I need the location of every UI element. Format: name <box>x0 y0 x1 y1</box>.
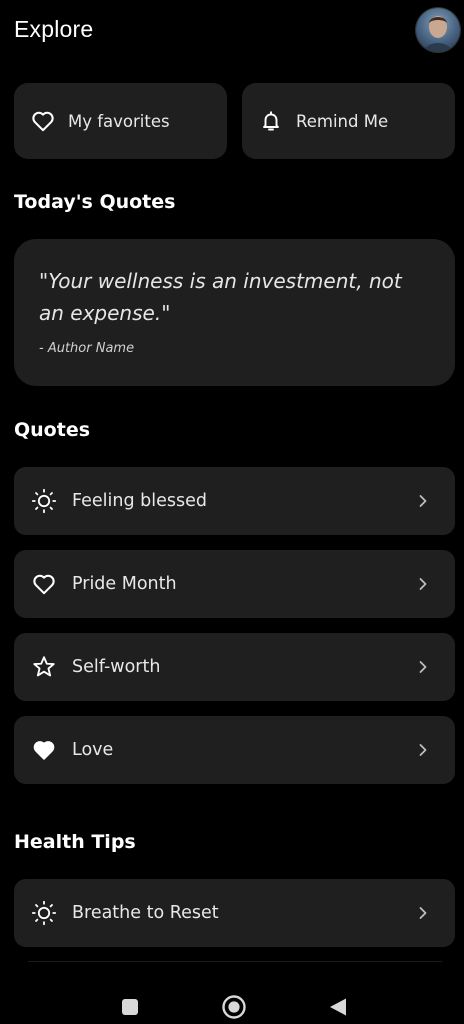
triangle-back-icon <box>327 996 349 1022</box>
quote-author: - Author Name <box>39 341 135 356</box>
chevron-right-icon <box>411 489 435 513</box>
avatar[interactable] <box>416 8 460 52</box>
action-row: My favorites Remind Me <box>14 83 455 159</box>
quote-text: "Your wellness is an investment, not an … <box>39 269 402 325</box>
quote-category-self-worth[interactable]: Self-worth <box>14 633 455 701</box>
my-favorites-button[interactable]: My favorites <box>14 83 227 159</box>
back-button[interactable] <box>325 996 351 1022</box>
list-item-label: Love <box>72 740 114 760</box>
quote-category-feeling-blessed[interactable]: Feeling blessed <box>14 467 455 535</box>
system-nav-bar <box>0 985 464 1024</box>
list-item-label: Feeling blessed <box>72 491 207 511</box>
divider <box>28 961 442 962</box>
list-item-label: Breathe to Reset <box>72 903 219 923</box>
chevron-right-icon <box>411 738 435 762</box>
todays-quotes-heading: Today's Quotes <box>14 191 176 213</box>
list-item-label: Self-worth <box>72 657 161 677</box>
recents-button[interactable] <box>117 996 143 1022</box>
health-tip-breathe-to-reset[interactable]: Breathe to Reset <box>14 879 455 947</box>
bell-icon <box>258 108 284 134</box>
remind-me-button[interactable]: Remind Me <box>242 83 455 159</box>
page-title: Explore <box>14 16 94 42</box>
todays-quote-card: "Your wellness is an investment, not an … <box>14 239 455 386</box>
star-outline-icon <box>31 654 57 680</box>
home-button[interactable] <box>221 994 247 1024</box>
quote-category-love[interactable]: Love <box>14 716 455 784</box>
heart-outline-icon <box>31 571 57 597</box>
health-tips-heading: Health Tips <box>14 831 136 853</box>
chevron-right-icon <box>411 655 435 679</box>
heart-filled-icon <box>31 737 57 763</box>
avatar-image <box>424 16 452 52</box>
heart-outline-icon <box>30 108 56 134</box>
list-item-label: Pride Month <box>72 574 177 594</box>
my-favorites-label: My favorites <box>68 111 170 131</box>
remind-me-label: Remind Me <box>296 111 389 131</box>
quotes-heading: Quotes <box>14 419 91 441</box>
chevron-right-icon <box>411 901 435 925</box>
header: Explore <box>14 8 462 52</box>
square-icon <box>120 997 140 1021</box>
sun-icon <box>31 900 57 926</box>
circle-icon <box>221 994 247 1024</box>
quote-category-pride-month[interactable]: Pride Month <box>14 550 455 618</box>
sun-icon <box>31 488 57 514</box>
chevron-right-icon <box>411 572 435 596</box>
